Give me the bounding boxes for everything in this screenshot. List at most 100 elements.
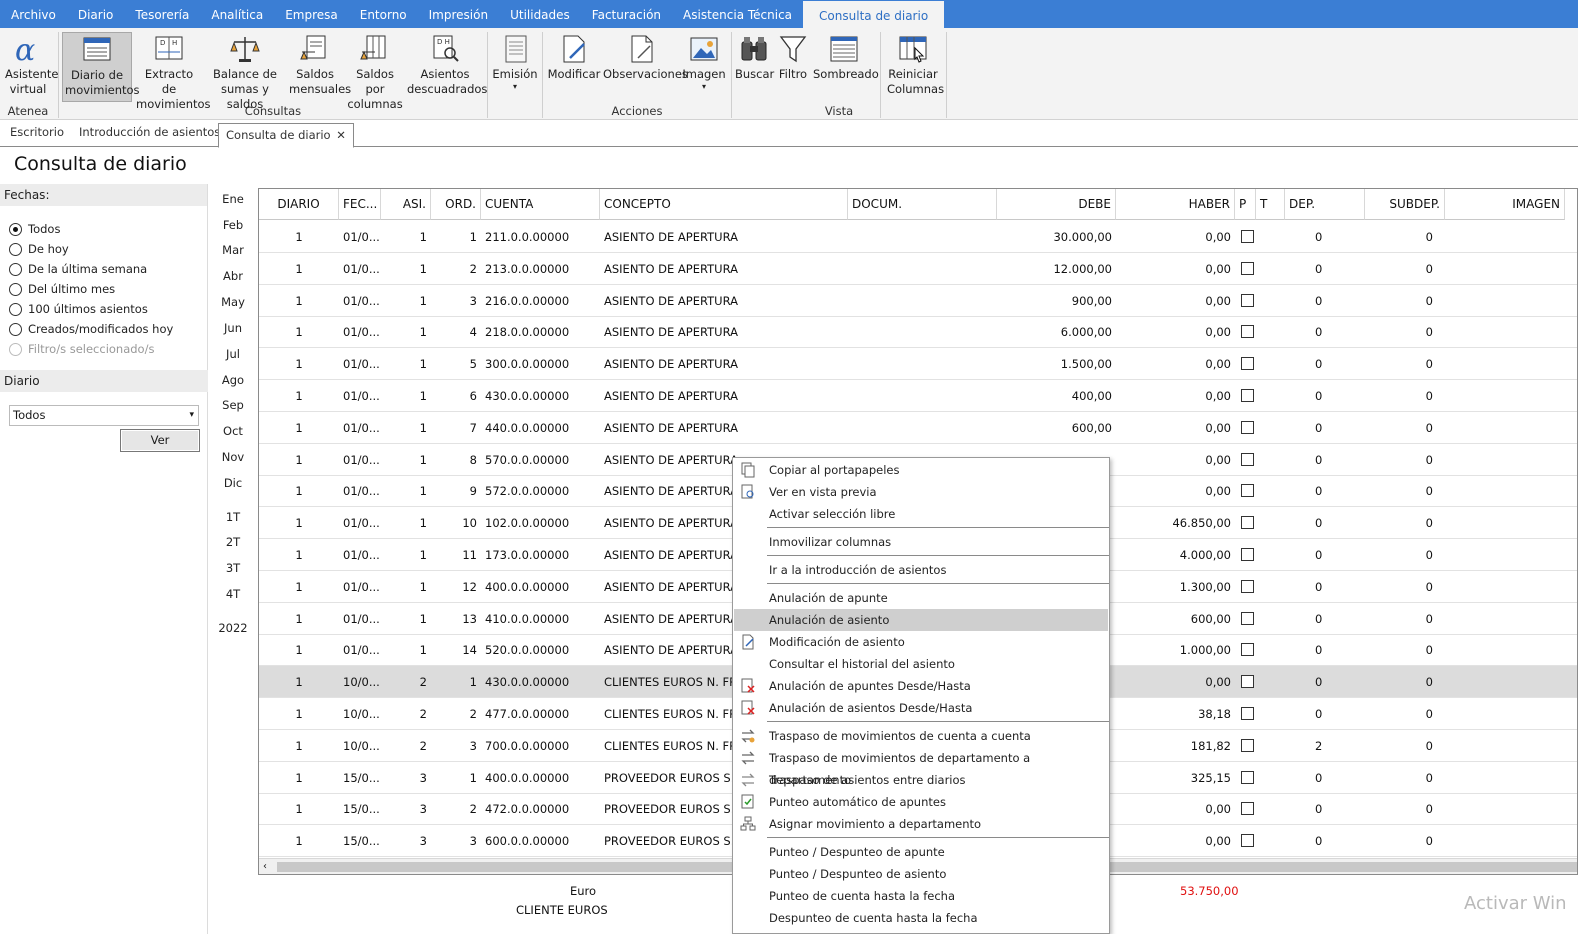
menu-despunteo-cuenta-fecha[interactable]: Despunteo de cuenta hasta la fecha (734, 907, 1108, 929)
punteo-checkbox[interactable] (1241, 452, 1254, 466)
col-header-orden[interactable]: ORD. (431, 189, 481, 220)
month-oct[interactable]: Oct (214, 424, 252, 438)
filtro-button[interactable]: Filtro (775, 32, 811, 102)
quarter-2t[interactable]: 2T (214, 535, 252, 549)
punteo-checkbox[interactable] (1241, 230, 1254, 243)
menu-historial-asiento[interactable]: Consultar el historial del asiento (734, 653, 1108, 675)
col-header-documento[interactable]: DOCUM. (848, 189, 997, 220)
extracto-movimientos-button[interactable]: DH Extracto de movimientos (135, 32, 211, 111)
modificar-button[interactable]: Modificar (546, 32, 602, 102)
diario-movimientos-button[interactable]: Diario de movimientos (62, 32, 140, 102)
radio-ultimo-mes[interactable]: Del último mes (9, 282, 115, 296)
radio-todos[interactable]: Todos (9, 222, 60, 236)
table-row[interactable]: 1 01/0... 1 4 218.0.0.00000 ASIENTO DE APERTU… (259, 316, 1577, 349)
month-jul[interactable]: Jul (214, 347, 252, 361)
table-row[interactable]: 1 01/0... 1 5 300.0.0.00000 ASIENTO DE APERTU… (259, 348, 1577, 381)
menu-anulacion-asiento[interactable]: Anulación de asiento (734, 609, 1108, 631)
punteo-checkbox[interactable] (1241, 548, 1254, 561)
col-header-diario[interactable]: DIARIO (259, 189, 339, 220)
quarter-1t[interactable]: 1T (214, 510, 252, 524)
menu-anulacion-apunte[interactable]: Anulación de apunte (734, 587, 1108, 609)
observaciones-button[interactable]: Observaciones (603, 32, 688, 102)
month-mar[interactable]: Mar (214, 243, 252, 257)
punteo-checkbox[interactable] (1241, 675, 1254, 689)
menu-vista-previa[interactable]: Ver en vista previa (734, 481, 1108, 503)
month-ene[interactable]: Ene (214, 192, 252, 206)
col-header-t[interactable]: T (1256, 189, 1285, 220)
col-header-haber[interactable]: HABER (1116, 189, 1235, 220)
menu-anulacion-asientos-desde-hasta[interactable]: Anulación de asientos Desde/Hasta (734, 697, 1108, 719)
quarter-4t[interactable]: 4T (214, 587, 252, 601)
asientos-descuadrados-button[interactable]: D H Asientos descuadrados (407, 32, 487, 102)
col-header-subdepartamento[interactable]: SUBDEP. (1365, 189, 1445, 220)
month-ago[interactable]: Ago (214, 373, 252, 387)
col-header-fecha[interactable]: FEC... (339, 189, 381, 220)
table-row[interactable]: 1 01/0... 1 3 216.0.0.00000 ASIENTO DE APERTU… (259, 285, 1577, 317)
month-dic[interactable]: Dic (214, 476, 252, 490)
col-header-asiento[interactable]: ASI. (381, 189, 431, 220)
radio-de-hoy[interactable]: De hoy (9, 242, 69, 256)
asistente-virtual-button[interactable]: α Asistente virtual (2, 32, 59, 102)
punteo-checkbox[interactable] (1241, 770, 1254, 784)
punteo-checkbox[interactable] (1241, 389, 1254, 402)
menu-anulacion-apuntes-desde-hasta[interactable]: Anulación de apuntes Desde/Hasta (734, 675, 1108, 697)
ver-button[interactable]: Ver (120, 429, 200, 452)
punteo-checkbox[interactable] (1241, 357, 1254, 371)
punteo-checkbox[interactable] (1241, 293, 1254, 307)
menu-analitica[interactable]: Analítica (200, 0, 274, 28)
tab-consulta-diario[interactable]: Consulta de diario ✕ (218, 123, 354, 148)
col-header-departamento[interactable]: DEP. (1285, 189, 1365, 220)
month-abr[interactable]: Abr (214, 269, 252, 283)
radio-ultima-semana[interactable]: De la última semana (9, 262, 147, 276)
imagen-button[interactable]: Imagen ▾ (682, 32, 726, 102)
col-header-debe[interactable]: DEBE (997, 189, 1116, 220)
table-row[interactable]: 1 01/0... 1 1 211.0.0.00000 ASIENTO DE APERTU… (259, 221, 1577, 253)
reiniciar-columnas-button[interactable]: Reiniciar Columnas (884, 32, 944, 102)
punteo-checkbox[interactable] (1241, 611, 1254, 625)
menu-punteo-cuenta-fecha[interactable]: Punteo de cuenta hasta la fecha (734, 885, 1108, 907)
col-header-p[interactable]: P (1235, 189, 1256, 220)
emision-button[interactable]: Emisión ▾ (492, 32, 538, 102)
table-row[interactable]: 1 01/0... 1 2 213.0.0.00000 ASIENTO DE APERTU… (259, 253, 1577, 285)
menu-empresa[interactable]: Empresa (274, 0, 349, 28)
tab-escritorio[interactable]: Escritorio (10, 125, 64, 139)
tab-introduccion-asientos[interactable]: Introducción de asientos (79, 125, 220, 139)
menu-tesoreria[interactable]: Tesorería (124, 0, 200, 28)
radio-creados-hoy[interactable]: Creados/modificados hoy (9, 322, 173, 336)
punteo-checkbox[interactable] (1241, 325, 1254, 339)
col-header-imagen[interactable]: IMAGEN (1445, 189, 1565, 220)
menu-copiar-portapapeles[interactable]: Copiar al portapapeles (734, 459, 1108, 481)
menu-inmovilizar-columnas[interactable]: Inmovilizar columnas (734, 531, 1108, 553)
diario-select[interactable]: Todos ▾ (9, 405, 199, 426)
menu-facturacion[interactable]: Facturación (581, 0, 672, 28)
chevron-left-icon[interactable]: ‹ (263, 859, 267, 874)
menu-traspaso-diarios[interactable]: Traspaso de asientos entre diarios (734, 769, 1108, 791)
menu-asistencia-tecnica[interactable]: Asistencia Técnica (672, 0, 803, 28)
punteo-checkbox[interactable] (1241, 484, 1254, 498)
punteo-checkbox[interactable] (1241, 738, 1254, 752)
month-nov[interactable]: Nov (214, 450, 252, 464)
punteo-checkbox[interactable] (1241, 579, 1254, 593)
month-may[interactable]: May (214, 295, 252, 309)
saldos-mensuales-button[interactable]: Saldos mensuales (287, 32, 351, 102)
punteo-checkbox[interactable] (1241, 420, 1254, 434)
menu-punteo-apunte[interactable]: Punteo / Despunteo de apunte (734, 841, 1108, 863)
menu-consulta-de-diario[interactable]: Consulta de diario (803, 1, 945, 28)
menu-traspaso-departamento[interactable]: Traspaso de movimientos de departamento … (734, 747, 1108, 787)
month-sep[interactable]: Sep (214, 398, 252, 412)
radio-100-ultimos[interactable]: 100 últimos asientos (9, 302, 148, 316)
menu-entorno[interactable]: Entorno (349, 0, 418, 28)
punteo-checkbox[interactable] (1241, 516, 1254, 530)
menu-punteo-asiento[interactable]: Punteo / Despunteo de asiento (734, 863, 1108, 885)
year-2022[interactable]: 2022 (214, 621, 252, 635)
month-feb[interactable]: Feb (214, 218, 252, 232)
menu-punteo-automatico[interactable]: Punteo automático de apuntes (734, 791, 1108, 813)
table-row[interactable]: 1 01/0... 1 7 440.0.0.00000 ASIENTO DE APERTU… (259, 412, 1577, 444)
menu-utilidades[interactable]: Utilidades (499, 0, 581, 28)
col-header-concepto[interactable]: CONCEPTO (600, 189, 848, 220)
col-header-cuenta[interactable]: CUENTA (481, 189, 600, 220)
quarter-3t[interactable]: 3T (214, 561, 252, 575)
menu-archivo[interactable]: Archivo (0, 0, 67, 28)
balance-sumas-saldos-button[interactable]: Balance de sumas y saldos (206, 32, 284, 111)
buscar-button[interactable]: Buscar (735, 32, 774, 102)
